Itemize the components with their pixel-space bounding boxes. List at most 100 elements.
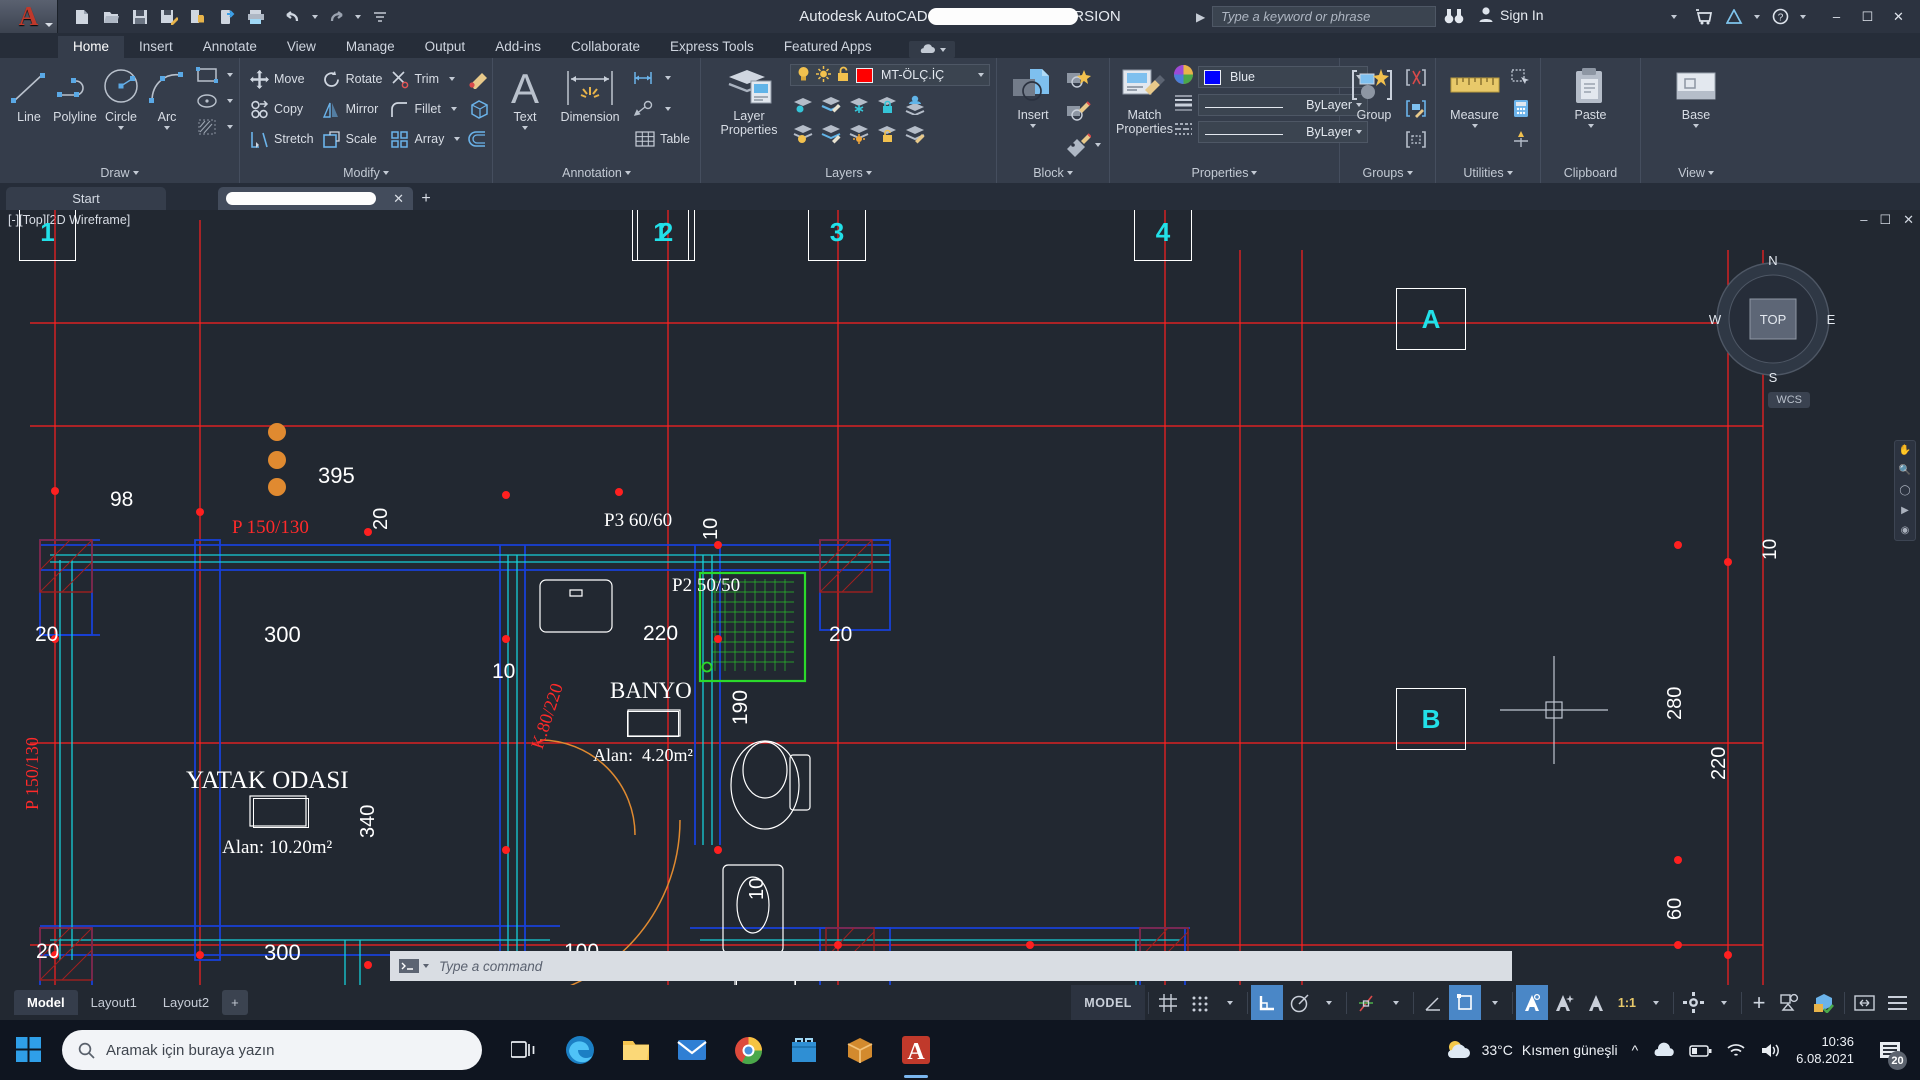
base-view-dropdown-icon[interactable] [1693,124,1699,128]
application-menu-button[interactable]: A [0,0,58,33]
edit-block-icon[interactable] [1065,95,1091,128]
command-line[interactable]: Type a command [390,951,1512,981]
layer-unlock-icon[interactable] [874,120,900,146]
search-expand-arrow-icon[interactable]: ▶ [1196,10,1205,24]
tab-output[interactable]: Output [410,36,481,58]
isolate-objects-icon[interactable] [1773,985,1806,1020]
quick-select-icon[interactable] [1508,62,1534,93]
base-view-button[interactable]: Base [1665,62,1727,162]
layer-freeze-icon[interactable] [846,91,872,117]
layer-color-swatch[interactable] [856,67,873,83]
group-selection-icon[interactable] [1403,124,1429,155]
onedrive-icon[interactable] [1652,1042,1675,1058]
layer-lock-icon[interactable] [874,91,900,117]
copy-button[interactable]: Copy [246,94,318,124]
paste-dropdown-icon[interactable] [1587,124,1594,128]
annotation-scale-dropdown-icon[interactable] [1642,985,1670,1020]
arc-button[interactable]: Arc [144,62,190,162]
group-button[interactable]: Group [1346,62,1402,162]
id-point-icon[interactable] [1508,124,1534,155]
layer-properties-button[interactable]: Layer Properties [708,62,790,162]
workspace-dropdown-icon[interactable] [1710,985,1738,1020]
restore-window-button[interactable]: ☐ [1852,0,1883,33]
start-tab[interactable]: Start [6,187,166,210]
rectangle-icon[interactable] [194,62,220,88]
object-snap-dropdown-icon[interactable] [1382,985,1410,1020]
layer-match-icon[interactable] [902,91,928,117]
autodesk-account-icon[interactable] [1719,0,1749,33]
edge-browser-icon[interactable] [552,1020,608,1080]
dimension-button[interactable]: Dimension [551,62,629,162]
rotate-button[interactable]: Rotate [318,64,387,94]
taskbar-clock[interactable]: 10:36 6.08.2021 [1796,1033,1854,1067]
trim-button[interactable]: Trim [386,64,464,94]
layer-off-icon[interactable] [790,120,816,146]
layer-freeze-sun-icon[interactable] [816,65,831,85]
orbit-icon[interactable]: ◯ [1899,485,1910,496]
line-button[interactable]: Line [6,62,52,162]
hardware-acceleration-icon[interactable] [1806,985,1841,1020]
layer-unlock-padlock-icon[interactable] [836,66,850,85]
polar-dropdown-icon[interactable] [1315,985,1343,1020]
move-button[interactable]: Move [246,64,318,94]
taskbar-search-input[interactable]: Aramak için buraya yazın [62,1030,482,1070]
start-button[interactable] [0,1020,58,1080]
tab-insert[interactable]: Insert [124,36,188,58]
panel-view-title[interactable]: View [1641,162,1751,183]
offset-icon[interactable] [466,124,492,154]
save-as-icon[interactable] [154,0,183,33]
edit-attribute-icon[interactable] [1065,132,1091,158]
leader-icon[interactable] [631,96,657,122]
account-dropdown-icon[interactable] [1749,0,1765,33]
leader-dropdown-icon[interactable] [665,106,672,111]
model-space-button[interactable]: MODEL [1071,985,1145,1020]
package-icon[interactable] [832,1020,888,1080]
fillet-button[interactable]: Fillet [386,94,464,124]
grid-display-icon[interactable] [1152,985,1184,1020]
create-block-icon[interactable] [1065,62,1091,95]
file-explorer-icon[interactable] [608,1020,664,1080]
quick-calc-icon[interactable] [1508,93,1534,124]
battery-icon[interactable] [1689,1043,1712,1058]
customization-plus-icon[interactable]: + [1745,985,1773,1020]
array-button[interactable]: Array [386,124,464,154]
tab-home[interactable]: Home [58,36,125,58]
rectangle-dropdown-icon[interactable] [227,73,233,77]
3d-box-icon[interactable] [466,94,492,124]
new-file-icon[interactable] [67,0,96,33]
tab-manage[interactable]: Manage [331,36,410,58]
ellipse-icon[interactable] [194,88,220,114]
close-tab-icon[interactable]: ✕ [393,191,404,207]
layout-tab-layout2[interactable]: Layout2 [150,990,222,1015]
tab-annotate[interactable]: Annotate [188,36,272,58]
ortho-mode-icon[interactable] [1250,985,1283,1020]
ungroup-icon[interactable] [1403,62,1429,93]
text-dropdown-icon[interactable] [522,126,529,130]
save-icon[interactable] [125,0,154,33]
tab-view[interactable]: View [272,36,331,58]
insert-dropdown-icon[interactable] [1030,124,1036,128]
snap-mode-icon[interactable] [1184,985,1216,1020]
panel-modify-title[interactable]: Modify [240,162,492,183]
layer-change-icon[interactable] [902,120,928,146]
annotation-visibility-icon[interactable] [1448,985,1481,1020]
hatch-dropdown-icon[interactable] [227,125,233,129]
help-dropdown-icon[interactable] [1795,0,1811,33]
mail-icon[interactable] [664,1020,720,1080]
help-icon[interactable]: ? [1765,0,1795,33]
stretch-button[interactable]: Stretch [246,124,318,154]
navigation-bar[interactable]: ✋ 🔍 ◯ ▶ ◉ [1894,440,1916,541]
paste-button[interactable]: Paste [1560,62,1622,162]
panel-properties-title[interactable]: Properties [1110,162,1339,183]
layer-on-lightbulb-icon[interactable] [796,66,811,85]
wcs-badge[interactable]: WCS [1768,392,1810,408]
drawing-tab[interactable]: ✕ [218,187,413,210]
edit-attribute-dropdown-icon[interactable] [1095,142,1101,147]
layer-make-current-icon[interactable] [818,91,844,117]
layout-tab-layout1[interactable]: Layout1 [78,990,150,1015]
customization-menu-icon[interactable] [1881,985,1920,1020]
add-layout-button[interactable]: + [222,990,248,1015]
zoom-icon[interactable]: 🔍 [1899,465,1911,476]
circle-button[interactable]: Circle [98,62,144,162]
arc-dropdown-icon[interactable] [164,126,170,130]
